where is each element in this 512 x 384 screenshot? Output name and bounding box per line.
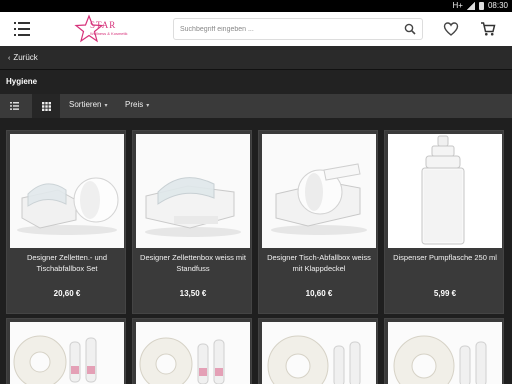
- app-header: STAR Wellness & Kosmetik: [0, 12, 512, 46]
- product-image: [262, 322, 376, 384]
- back-bar: ‹ Zurück: [0, 46, 512, 70]
- product-price: 13,50 €: [179, 289, 207, 298]
- network-indicator: H+: [452, 1, 463, 10]
- back-label: Zurück: [13, 53, 38, 62]
- product-grid: Designer Zelletten.- und Tischabfallbox …: [0, 118, 512, 384]
- sort-label: Sortieren: [69, 100, 102, 109]
- cart-icon[interactable]: [480, 21, 496, 37]
- product-card[interactable]: Designer Zelletten.- und Tischabfallbox …: [6, 130, 126, 314]
- price-filter-label: Preis: [125, 100, 144, 109]
- product-price: 5,99 €: [433, 289, 457, 298]
- category-title: Hygiene: [6, 77, 38, 86]
- heart-icon[interactable]: [443, 21, 459, 37]
- sort-dropdown[interactable]: Sortieren ▾: [69, 100, 107, 109]
- product-image: [388, 322, 502, 384]
- product-card[interactable]: [258, 318, 378, 384]
- grid-view-icon: [41, 101, 51, 111]
- product-image: [10, 322, 124, 384]
- product-price: 10,60 €: [305, 289, 333, 298]
- price-filter-dropdown[interactable]: Preis ▾: [125, 100, 149, 109]
- list-view-button[interactable]: [0, 94, 28, 118]
- product-image: [10, 134, 124, 248]
- clock: 08:30: [487, 1, 508, 10]
- menu-icon[interactable]: [14, 22, 30, 36]
- product-card[interactable]: [6, 318, 126, 384]
- logo-subtitle: Wellness & Kosmetik: [90, 31, 128, 36]
- chevron-left-icon: ‹: [8, 55, 11, 62]
- product-card[interactable]: [132, 318, 252, 384]
- product-image: [388, 134, 502, 248]
- product-name: Designer Tisch-Abfallbox weiss mit Klapp…: [267, 253, 371, 273]
- product-card[interactable]: [384, 318, 504, 384]
- product-card[interactable]: Designer Zellettenbox weiss mit Standfus…: [132, 130, 252, 314]
- product-image: [262, 134, 376, 248]
- status-bar: H+ 08:30: [0, 0, 512, 12]
- product-name: Dispenser Pumpflasche 250 ml: [393, 253, 497, 262]
- product-name: Designer Zelletten.- und Tischabfallbox …: [26, 253, 108, 273]
- grid-view-button[interactable]: [32, 94, 60, 118]
- back-link[interactable]: ‹ Zurück: [8, 53, 38, 62]
- chevron-down-icon: ▾: [104, 103, 108, 109]
- list-view-icon: [9, 102, 19, 110]
- brand-logo[interactable]: STAR Wellness & Kosmetik: [74, 14, 130, 44]
- category-title-bar: Hygiene: [0, 70, 512, 94]
- search-box: [173, 18, 423, 40]
- signal-icon: [466, 2, 475, 10]
- product-image: [136, 134, 250, 248]
- product-card[interactable]: Dispenser Pumpflasche 250 ml 5,99 €: [384, 130, 504, 314]
- listing-toolbar: Sortieren ▾ Preis ▾: [0, 94, 512, 118]
- logo-text: STAR: [90, 20, 117, 30]
- search-input[interactable]: [180, 21, 395, 37]
- product-image: [136, 322, 250, 384]
- chevron-down-icon: ▾: [146, 103, 150, 109]
- product-card[interactable]: Designer Tisch-Abfallbox weiss mit Klapp…: [258, 130, 378, 314]
- battery-icon: [478, 2, 484, 10]
- product-name: Designer Zellettenbox weiss mit Standfus…: [140, 253, 246, 273]
- product-price: 20,60 €: [53, 289, 81, 298]
- search-icon[interactable]: [404, 23, 416, 35]
